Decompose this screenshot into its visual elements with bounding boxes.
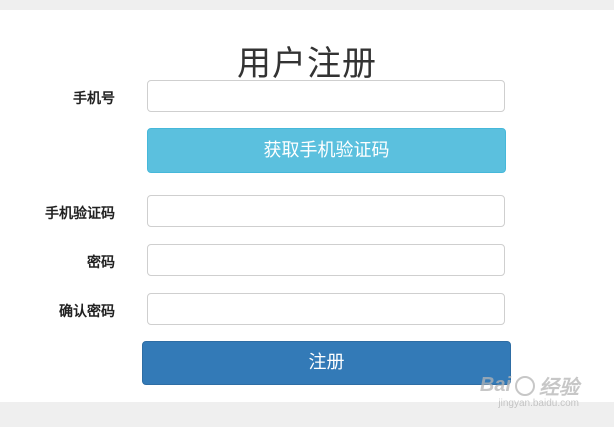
register-button[interactable]: 注册 bbox=[142, 341, 511, 385]
get-sms-code-button[interactable]: 获取手机验证码 bbox=[147, 128, 506, 173]
password-input[interactable] bbox=[147, 244, 505, 276]
confirm-password-input[interactable] bbox=[147, 293, 505, 325]
registration-panel: 用户注册 手机号 获取手机验证码 手机验证码 密码 确认密码 注册 bbox=[0, 10, 614, 402]
sms-code-label: 手机验证码 bbox=[45, 206, 115, 222]
page-title: 用户注册 bbox=[237, 44, 377, 84]
password-label: 密码 bbox=[87, 255, 115, 271]
confirm-password-label: 确认密码 bbox=[59, 304, 115, 320]
sms-code-input[interactable] bbox=[147, 195, 505, 227]
phone-input[interactable] bbox=[147, 80, 505, 112]
phone-label: 手机号 bbox=[73, 91, 115, 107]
